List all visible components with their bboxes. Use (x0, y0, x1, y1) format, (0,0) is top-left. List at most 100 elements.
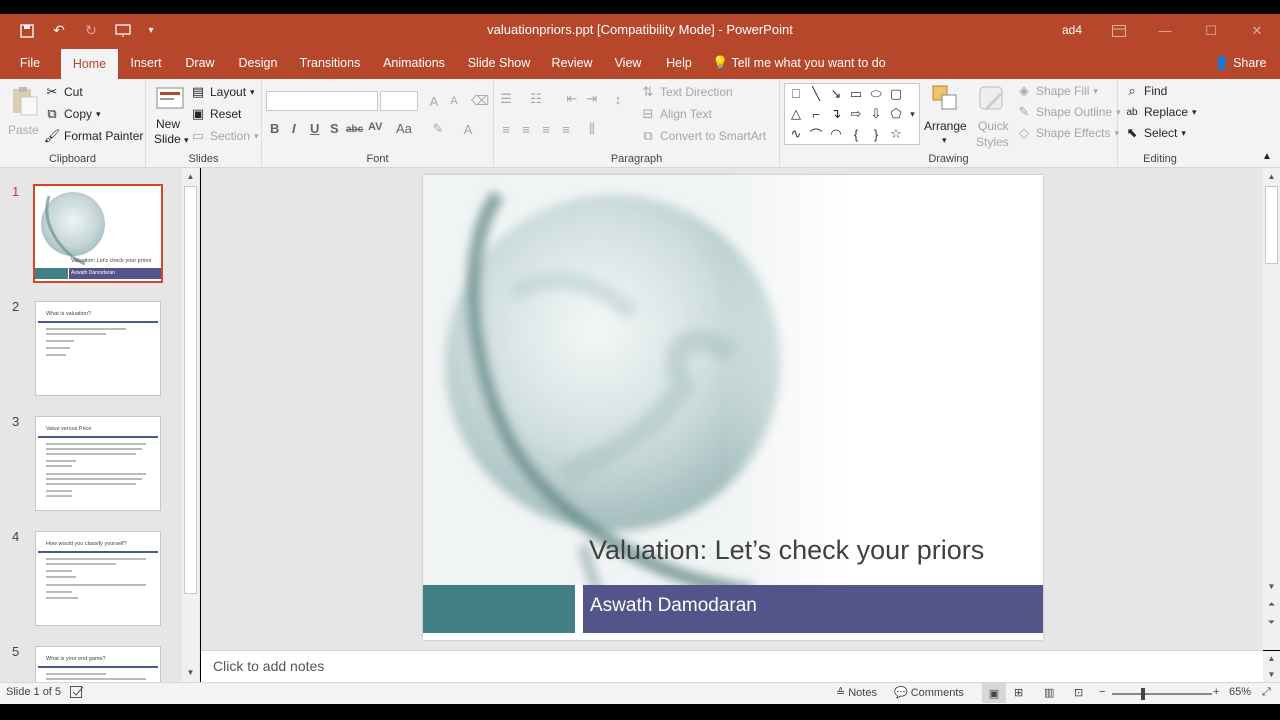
cut-button[interactable]: ✂ Cut (44, 84, 83, 100)
fit-to-window-icon[interactable]: ⤢ (1262, 686, 1271, 699)
strikethrough-button[interactable]: abc (346, 124, 363, 135)
align-text-button[interactable]: ⊟ Align Text (640, 106, 712, 122)
notes-toggle-button[interactable]: ≙ Notes (836, 686, 877, 700)
scroll-up-icon[interactable]: ▲ (1263, 168, 1280, 185)
tab-transitions[interactable]: Transitions (296, 47, 364, 79)
tab-review[interactable]: Review (546, 47, 598, 79)
zoom-out-icon[interactable]: − (1099, 686, 1105, 698)
align-left-button[interactable]: ≡ (498, 121, 514, 137)
decrease-indent-button[interactable]: ⇤ (564, 91, 580, 107)
tab-animations[interactable]: Animations (378, 47, 450, 79)
shapes-gallery[interactable]: ⎕ ╲ ↘ ▭ ⬭ ▢ △ ⌐ ↴ ⇨ ⇩ ⬠ ∿ ⌒ ◠ { } ☆ ▾ (784, 83, 920, 145)
highlight-color-button[interactable]: ✎ (430, 121, 446, 137)
tab-slide-show[interactable]: Slide Show (464, 47, 534, 79)
notes-scrollbar[interactable]: ▲ ▼ (1263, 651, 1280, 683)
paste-button[interactable]: Paste (6, 85, 40, 139)
editor-scrollbar[interactable]: ▲ ▼ ⏶ ⏷ (1263, 168, 1280, 650)
section-button[interactable]: ▭ Section ▾ (190, 128, 259, 144)
collapse-ribbon-icon[interactable]: ▲ (1262, 151, 1272, 162)
scribble-shape-icon[interactable]: ∿ (787, 125, 805, 143)
columns-button[interactable]: ⫼ (584, 121, 600, 137)
tab-draw[interactable]: Draw (180, 47, 220, 79)
star-shape-icon[interactable]: ☆ (887, 125, 905, 143)
zoom-slider-thumb[interactable] (1140, 688, 1145, 700)
font-size-combo[interactable] (380, 91, 418, 111)
align-center-button[interactable]: ≡ (518, 121, 534, 137)
slide-thumbnail-1[interactable]: Valuation: Let's check your priors Aswat… (33, 184, 163, 283)
tab-view[interactable]: View (608, 47, 648, 79)
curve-shape-icon[interactable]: ⌒ (807, 125, 825, 143)
character-spacing-button[interactable]: AV (368, 121, 382, 133)
bold-button[interactable]: B (270, 121, 279, 136)
line-spacing-button[interactable]: ↕ (610, 91, 626, 107)
save-icon[interactable] (12, 14, 42, 47)
slide-thumbnail-3[interactable]: Value versus Price (35, 416, 161, 511)
quick-styles-button[interactable]: Quick Styles (972, 83, 1014, 149)
slide-subtitle[interactable]: Aswath Damodaran (590, 595, 757, 617)
new-slide-button[interactable]: New Slide ▾ (150, 83, 190, 149)
arrow-line-shape-icon[interactable]: ↘ (827, 85, 845, 103)
triangle-shape-icon[interactable]: △ (787, 105, 805, 123)
tab-home[interactable]: Home (61, 49, 118, 79)
bullets-button[interactable]: ☰ (498, 91, 514, 107)
normal-view-icon[interactable]: ▣ (982, 683, 1006, 703)
numbering-button[interactable]: ☷ (528, 91, 544, 107)
gallery-more-icon[interactable]: ▾ (906, 105, 919, 123)
shape-effects-button[interactable]: ◇ Shape Effects ▾ (1016, 125, 1119, 141)
reading-view-icon[interactable]: ▥ (1044, 686, 1054, 699)
zoom-in-icon[interactable]: + (1213, 686, 1219, 698)
arrange-button[interactable]: Arrange ▾ (922, 83, 970, 147)
increase-indent-button[interactable]: ⇥ (584, 91, 600, 107)
share-button[interactable]: 👤 Share (1214, 47, 1266, 79)
line-shape-icon[interactable]: ╲ (807, 85, 825, 103)
decrease-font-size-button[interactable]: A (446, 93, 462, 109)
text-shadow-button[interactable]: S (330, 121, 339, 136)
oval-shape-icon[interactable]: ⬭ (867, 85, 885, 103)
scroll-down-icon[interactable]: ▼ (182, 664, 199, 681)
scroll-down-icon[interactable]: ▼ (1263, 578, 1280, 595)
next-slide-icon[interactable]: ⏷ (1263, 614, 1280, 631)
present-from-start-icon[interactable] (108, 14, 138, 47)
user-name[interactable]: ad4 (1062, 23, 1082, 37)
convert-to-smartart-button[interactable]: ⧉ Convert to SmartArt (640, 128, 766, 144)
right-arrow-shape-icon[interactable]: ⇨ (847, 105, 865, 123)
copy-button[interactable]: ⧉ Copy ▾ (44, 106, 100, 122)
text-box-shape-icon[interactable]: ⎕ (787, 85, 805, 103)
tell-me-search[interactable]: 💡 Tell me what you want to do (712, 47, 886, 79)
layout-button[interactable]: ▤ Layout ▾ (190, 84, 255, 100)
close-icon[interactable]: ✕ (1234, 14, 1280, 47)
slide-canvas[interactable]: Valuation: Let’s check your priors Aswat… (423, 175, 1043, 640)
tab-insert[interactable]: Insert (124, 47, 168, 79)
scroll-thumb[interactable] (1265, 186, 1278, 264)
slide-thumbnail-2[interactable]: What is valuation? (35, 301, 161, 396)
zoom-level[interactable]: 65% (1229, 686, 1251, 698)
scroll-thumb[interactable] (184, 186, 197, 594)
maximize-icon[interactable]: ☐ (1188, 14, 1234, 47)
slide-sorter-icon[interactable]: ⊞ (1014, 686, 1023, 699)
shape-outline-button[interactable]: ✎ Shape Outline ▾ (1016, 104, 1121, 120)
increase-font-size-button[interactable]: A (426, 93, 442, 109)
find-button[interactable]: ⌕ Find (1124, 83, 1167, 99)
slide-show-icon[interactable]: ⊡ (1074, 686, 1083, 699)
shape-fill-button[interactable]: ◈ Shape Fill ▾ (1016, 83, 1098, 99)
clear-formatting-button[interactable]: ⌫ (471, 93, 489, 109)
tab-design[interactable]: Design (232, 47, 284, 79)
underline-button[interactable]: U (310, 121, 319, 136)
notes-pane[interactable]: Click to add notes ▲ ▼ (201, 650, 1280, 683)
right-brace-shape-icon[interactable]: } (867, 125, 885, 143)
select-button[interactable]: ⬉ Select ▾ (1124, 125, 1186, 141)
scroll-up-icon[interactable]: ▲ (182, 168, 199, 185)
italic-button[interactable]: I (292, 121, 296, 136)
change-case-button[interactable]: Aa (396, 121, 412, 136)
elbow-connector-shape-icon[interactable]: ⌐ (807, 105, 825, 123)
spell-check-icon[interactable] (70, 686, 84, 698)
slide-thumbnail-5[interactable]: What is your end game? (35, 646, 161, 682)
replace-button[interactable]: ab Replace ▾ (1124, 104, 1196, 120)
minimize-icon[interactable]: — (1142, 14, 1188, 47)
scroll-up-icon[interactable]: ▲ (1263, 651, 1280, 665)
reset-button[interactable]: ▣ Reset (190, 106, 242, 122)
comments-button[interactable]: 💬 Comments (894, 686, 964, 700)
rectangle-shape-icon[interactable]: ▭ (847, 85, 865, 103)
slide-thumbnail-4[interactable]: How would you classify yourself? (35, 531, 161, 626)
font-name-combo[interactable] (266, 91, 378, 111)
